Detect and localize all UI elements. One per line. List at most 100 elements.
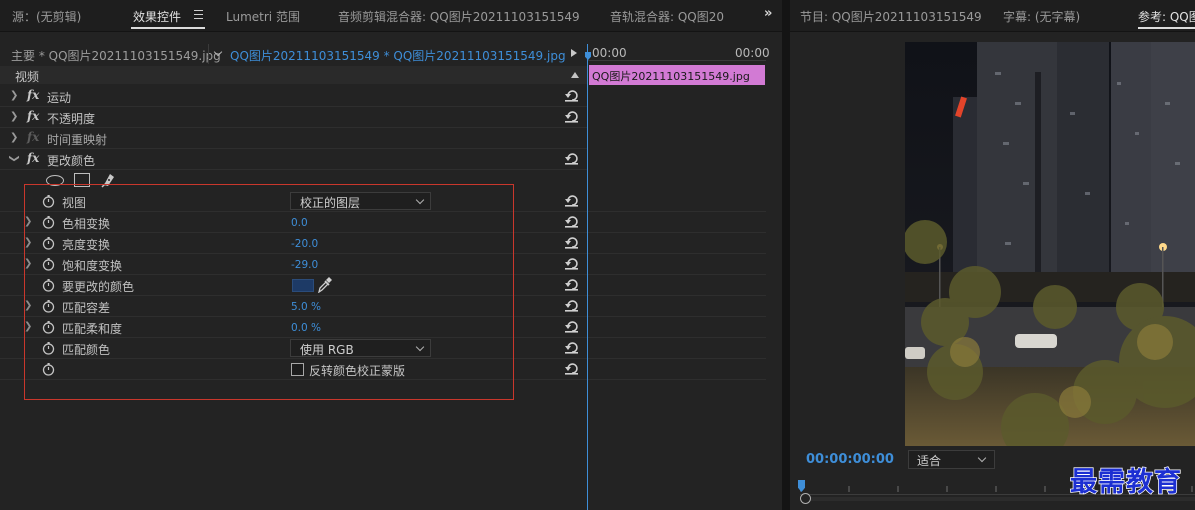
stopwatch-icon[interactable] bbox=[42, 300, 55, 313]
view-value: 校正的图层 bbox=[300, 196, 361, 210]
reset-icon[interactable] bbox=[565, 320, 579, 333]
reset-icon[interactable] bbox=[565, 341, 579, 354]
chevron-right-icon[interactable]: ❯ bbox=[24, 216, 32, 227]
program-video-frame[interactable] bbox=[905, 42, 1195, 446]
mask-tools bbox=[0, 170, 587, 190]
stopwatch-icon[interactable] bbox=[42, 279, 55, 292]
match-colors-dropdown[interactable]: 使用 RGB bbox=[290, 339, 431, 357]
param-row-lightness-transform[interactable]: ❯ 亮度变换 -20.0 bbox=[0, 233, 766, 254]
timeline-ruler[interactable] bbox=[588, 60, 766, 61]
view-dropdown[interactable]: 校正的图层 bbox=[290, 192, 431, 210]
stopwatch-icon[interactable] bbox=[42, 216, 55, 229]
chevron-down-icon[interactable]: ❯ bbox=[9, 154, 20, 162]
tab-captions[interactable]: 字幕: (无字幕) bbox=[1003, 8, 1080, 25]
param-row-view[interactable]: 视图 校正的图层 bbox=[0, 191, 766, 212]
video-section-label: 视频 bbox=[15, 70, 40, 84]
reset-icon[interactable] bbox=[565, 362, 579, 375]
param-row-matching-tolerance[interactable]: ❯ 匹配容差 5.0 % bbox=[0, 296, 766, 317]
fx-icon[interactable]: fx bbox=[27, 109, 39, 123]
saturation-transform-value[interactable]: -29.0 bbox=[291, 259, 318, 271]
menu-icon[interactable] bbox=[194, 10, 203, 19]
tab-source[interactable]: 源：(无剪辑) bbox=[12, 8, 81, 25]
invert-mask-label: 反转颜色校正蒙版 bbox=[309, 364, 406, 378]
effect-row-time-remap[interactable]: ❯ fx 时间重映射 bbox=[0, 128, 587, 149]
tab-reference[interactable]: 参考: QQ图 bbox=[1138, 8, 1195, 25]
tab-audio-clip-mixer[interactable]: 音频剪辑混合器: QQ图片20211103151549 bbox=[338, 8, 580, 25]
param-name: 匹配柔和度 bbox=[62, 322, 123, 336]
effect-row-opacity[interactable]: ❯ fx 不透明度 bbox=[0, 107, 587, 128]
effect-name: 更改颜色 bbox=[47, 154, 96, 168]
reset-icon[interactable] bbox=[565, 278, 579, 291]
left-tab-bar: 源：(无剪辑) 效果控件 Lumetri 范围 音频剪辑混合器: QQ图片202… bbox=[0, 0, 782, 32]
current-timecode[interactable]: 00:00:00:00 bbox=[806, 452, 894, 467]
param-row-color-to-change[interactable]: 要更改的颜色 bbox=[0, 275, 766, 296]
fx-icon[interactable]: fx bbox=[27, 151, 39, 165]
sequence-clip-label[interactable]: QQ图片20211103151549 * QQ图片20211103151549.… bbox=[230, 47, 566, 64]
fx-icon[interactable]: fx bbox=[27, 88, 39, 102]
reset-icon[interactable] bbox=[565, 152, 579, 165]
effect-row-motion[interactable]: ❯ fx 运动 bbox=[0, 86, 587, 107]
reset-icon[interactable] bbox=[565, 215, 579, 228]
param-name: 匹配容差 bbox=[62, 301, 111, 315]
rectangle-mask-icon[interactable] bbox=[74, 173, 90, 187]
param-row-invert-mask[interactable]: 反转颜色校正蒙版 bbox=[0, 359, 766, 380]
timeline-clip-label: QQ图片20211103151549.jpg bbox=[592, 70, 750, 83]
param-name: 亮度变换 bbox=[62, 238, 111, 252]
param-row-saturation-transform[interactable]: ❯ 饱和度变换 -29.0 bbox=[0, 254, 766, 275]
eyedropper-icon[interactable] bbox=[318, 277, 332, 293]
zoom-scroll-handle[interactable] bbox=[800, 493, 811, 504]
collapse-section-icon[interactable] bbox=[571, 72, 579, 78]
stopwatch-icon[interactable] bbox=[42, 195, 55, 208]
chevron-right-icon[interactable]: ❯ bbox=[24, 321, 32, 332]
watermark-logo: 最需教育 bbox=[1069, 466, 1182, 499]
program-monitor-panel: 节目: QQ图片20211103151549 字幕: (无字幕) 参考: QQ图 bbox=[790, 0, 1195, 510]
panel-splitter[interactable] bbox=[782, 0, 790, 510]
timeline-clip[interactable]: QQ图片20211103151549.jpg bbox=[589, 65, 765, 85]
reset-icon[interactable] bbox=[565, 89, 579, 102]
param-row-match-colors[interactable]: 匹配颜色 使用 RGB bbox=[0, 338, 766, 359]
tab-audio-track-mixer[interactable]: 音轨混合器: QQ图20 bbox=[610, 8, 724, 25]
hue-transform-value[interactable]: 0.0 bbox=[291, 217, 308, 229]
reset-icon[interactable] bbox=[565, 110, 579, 123]
chevron-right-icon[interactable]: ❯ bbox=[10, 132, 18, 143]
param-row-matching-softness[interactable]: ❯ 匹配柔和度 0.0 % bbox=[0, 317, 766, 338]
reset-icon[interactable] bbox=[565, 236, 579, 249]
ellipse-mask-icon[interactable] bbox=[46, 175, 64, 186]
effect-name: 运动 bbox=[47, 91, 72, 105]
tab-lumetri-scopes[interactable]: Lumetri 范围 bbox=[226, 8, 300, 25]
tab-effect-controls[interactable]: 效果控件 bbox=[133, 8, 181, 25]
pen-mask-icon[interactable] bbox=[101, 171, 117, 188]
zoom-fit-value: 适合 bbox=[917, 454, 942, 468]
active-tab-underline bbox=[1138, 27, 1195, 29]
matching-softness-value[interactable]: 0.0 % bbox=[291, 322, 321, 334]
chevron-down-icon bbox=[977, 453, 987, 463]
panel-overflow-icon[interactable]: » bbox=[764, 6, 772, 21]
param-row-hue-transform[interactable]: ❯ 色相变换 0.0 bbox=[0, 212, 766, 233]
reset-icon[interactable] bbox=[565, 194, 579, 207]
invert-mask-checkbox[interactable] bbox=[291, 363, 304, 376]
chevron-right-icon[interactable]: ❯ bbox=[24, 237, 32, 248]
chevron-right-icon[interactable]: ❯ bbox=[10, 90, 18, 101]
master-clip-label[interactable]: 主要 * QQ图片20211103151549.jpg bbox=[11, 47, 221, 64]
timeline-end-time: 00:00 bbox=[735, 46, 770, 60]
play-only-clip-icon[interactable] bbox=[571, 49, 577, 57]
master-clip-dropdown[interactable] bbox=[208, 44, 228, 64]
reset-icon[interactable] bbox=[565, 299, 579, 312]
stopwatch-icon[interactable] bbox=[42, 363, 55, 376]
stopwatch-icon[interactable] bbox=[42, 321, 55, 334]
color-swatch[interactable] bbox=[292, 279, 314, 292]
chevron-right-icon[interactable]: ❯ bbox=[10, 111, 18, 122]
effect-row-change-color[interactable]: ❯ fx 更改颜色 bbox=[0, 149, 587, 170]
param-name: 要更改的颜色 bbox=[62, 280, 135, 294]
stopwatch-icon[interactable] bbox=[42, 237, 55, 250]
lightness-transform-value[interactable]: -20.0 bbox=[291, 238, 318, 250]
param-name: 饱和度变换 bbox=[62, 259, 123, 273]
chevron-right-icon[interactable]: ❯ bbox=[24, 258, 32, 269]
matching-tolerance-value[interactable]: 5.0 % bbox=[291, 301, 321, 313]
chevron-right-icon[interactable]: ❯ bbox=[24, 300, 32, 311]
tab-program[interactable]: 节目: QQ图片20211103151549 bbox=[800, 8, 982, 25]
reset-icon[interactable] bbox=[565, 257, 579, 270]
stopwatch-icon[interactable] bbox=[42, 342, 55, 355]
zoom-fit-dropdown[interactable]: 适合 bbox=[908, 450, 995, 469]
stopwatch-icon[interactable] bbox=[42, 258, 55, 271]
